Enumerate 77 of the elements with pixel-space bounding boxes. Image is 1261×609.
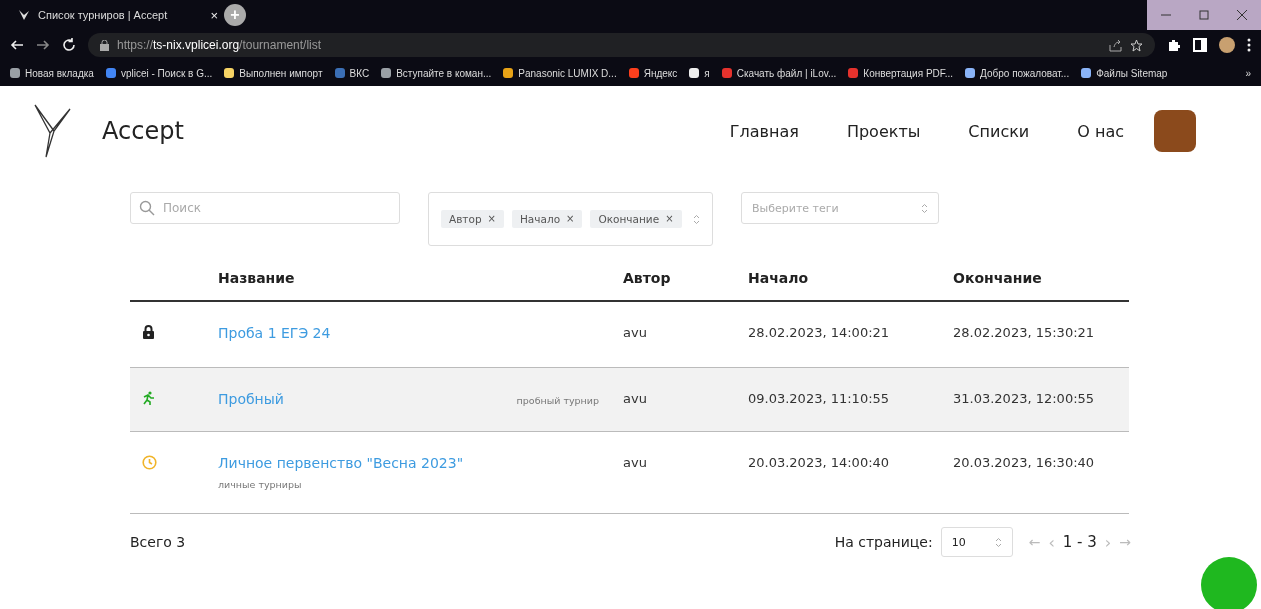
user-avatar[interactable] xyxy=(1154,110,1196,152)
bookmark[interactable]: Скачать файл | iLov... xyxy=(721,67,837,79)
tab-title: Список турниров | Accept xyxy=(38,9,169,21)
per-page-select[interactable]: 10 xyxy=(940,527,1013,557)
start-cell: 20.03.2023, 14:00:40 xyxy=(748,455,890,470)
column-chip[interactable]: Окончание × xyxy=(590,210,682,228)
start-cell: 09.03.2023, 11:10:55 xyxy=(748,391,890,406)
total-count: Всего 3 xyxy=(130,534,186,550)
table-row[interactable]: Пробный пробный турнир avu 09.03.2023, 11:10:55 31.03.2023, 12:00:55 xyxy=(130,368,1129,432)
bookmark[interactable]: Panasonic LUMIX D... xyxy=(503,67,617,79)
tags-placeholder: Выберите теги xyxy=(752,201,839,215)
close-icon[interactable]: × xyxy=(210,7,218,23)
column-header: Начало xyxy=(748,270,809,286)
share-icon[interactable] xyxy=(1109,38,1122,52)
nav-link[interactable]: Главная xyxy=(729,121,799,141)
lock-icon xyxy=(100,39,109,51)
tag-label: пробный турнир xyxy=(516,395,600,406)
bookmark[interactable]: я xyxy=(689,67,710,79)
table-row[interactable]: Личное первенство "Весна 2023" личные турниры avu 20.03.2023, 14:00:40 20.03.2023, 16:30:40 xyxy=(130,432,1129,514)
up-down-icon xyxy=(693,213,700,225)
star-icon[interactable] xyxy=(1130,38,1143,52)
url-text: https://ts-nix.vplicei.org/tournament/list xyxy=(117,38,322,52)
tag-label: личные турниры xyxy=(218,479,303,490)
bookmark[interactable]: vplicei - Поиск в G... xyxy=(105,67,213,79)
chip-label: Окончание xyxy=(598,213,660,225)
brand-name[interactable]: Accept xyxy=(102,117,184,145)
nav-link[interactable]: Проекты xyxy=(846,121,921,141)
nav-link[interactable]: Списки xyxy=(968,121,1030,141)
column-select[interactable]: Автор × Начало × Окончание × xyxy=(428,192,713,246)
chip-label: Начало xyxy=(519,213,561,225)
column-header: Название xyxy=(218,270,296,286)
remove-icon[interactable]: × xyxy=(487,213,496,225)
profile-avatar[interactable] xyxy=(1219,37,1235,53)
remove-icon[interactable]: × xyxy=(566,213,575,225)
bird-icon xyxy=(18,9,30,21)
more-bookmarks-button[interactable]: » xyxy=(1245,67,1251,79)
browser-tab[interactable]: Список турниров | Accept × xyxy=(12,3,224,27)
bookmark[interactable]: Яндекс xyxy=(628,67,678,79)
bookmark[interactable]: Файлы Sitemap xyxy=(1081,67,1168,79)
floating-button[interactable] xyxy=(1201,557,1257,609)
search-icon xyxy=(139,200,155,216)
bookmark[interactable]: Выполнен импорт xyxy=(224,67,323,79)
origami-bird-logo[interactable] xyxy=(32,103,72,159)
column-chip[interactable]: Автор × xyxy=(441,210,504,228)
forward-icon[interactable] xyxy=(36,38,50,52)
bookmark[interactable]: Добро пожаловат... xyxy=(965,67,1070,79)
up-down-icon xyxy=(921,202,928,214)
reload-icon[interactable] xyxy=(62,38,76,52)
maximize-icon xyxy=(1199,10,1209,20)
up-down-icon xyxy=(994,536,1002,548)
puzzle-icon[interactable] xyxy=(1167,38,1181,52)
per-page-label: На странице: xyxy=(834,534,933,550)
back-icon[interactable] xyxy=(10,38,24,52)
address-bar[interactable]: https://ts-nix.vplicei.org/tournament/list xyxy=(88,33,1155,57)
nav-link[interactable]: О нас xyxy=(1077,121,1124,141)
author-cell: avu xyxy=(623,391,647,406)
start-cell: 28.02.2023, 14:00:21 xyxy=(748,325,890,340)
search-field[interactable]: Поиск xyxy=(130,192,400,224)
column-chip[interactable]: Начало × xyxy=(511,210,583,228)
end-cell: 20.03.2023, 16:30:40 xyxy=(953,455,1095,470)
column-header: Окончание xyxy=(953,270,1042,286)
page-range: 1 - 3 xyxy=(1062,533,1097,551)
bookmark[interactable]: Вступайте в коман... xyxy=(381,67,492,79)
chip-label: Автор xyxy=(449,213,482,225)
column-header: Автор xyxy=(623,270,671,286)
sidebar-icon[interactable] xyxy=(1193,38,1207,52)
remove-icon[interactable]: × xyxy=(665,213,674,225)
bookmark[interactable]: Конвертация PDF... xyxy=(848,67,954,79)
close-icon xyxy=(1237,10,1247,20)
end-cell: 31.03.2023, 12:00:55 xyxy=(953,391,1095,406)
author-cell: avu xyxy=(623,325,647,340)
end-cell: 28.02.2023, 15:30:21 xyxy=(953,325,1095,340)
bookmark[interactable]: ВКС xyxy=(334,67,370,79)
per-page-value: 10 xyxy=(951,535,966,549)
author-cell: avu xyxy=(623,455,647,470)
more-icon[interactable] xyxy=(1247,38,1251,52)
bookmark[interactable]: Новая вкладка xyxy=(10,67,94,79)
